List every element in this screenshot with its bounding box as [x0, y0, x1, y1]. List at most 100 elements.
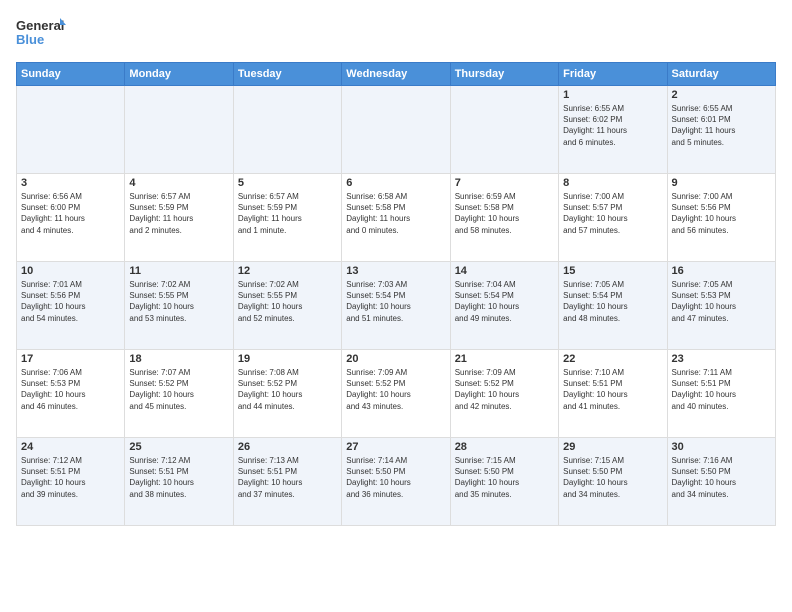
cell-info: Sunrise: 7:13 AM Sunset: 5:51 PM Dayligh… [238, 455, 337, 500]
day-number: 20 [346, 353, 445, 365]
day-number: 14 [455, 265, 554, 277]
calendar-cell: 17 Sunrise: 7:06 AM Sunset: 5:53 PM Dayli… [17, 350, 125, 438]
cell-info: Sunrise: 7:03 AM Sunset: 5:54 PM Dayligh… [346, 279, 445, 324]
week-row-0: 1Sunrise: 6:55 AM Sunset: 6:02 PM Daylig… [17, 86, 776, 174]
cell-info: Sunrise: 7:09 AM Sunset: 5:52 PM Dayligh… [346, 367, 445, 412]
cell-info: Sunrise: 7:11 AM Sunset: 5:51 PM Dayligh… [672, 367, 771, 412]
calendar-body: 1Sunrise: 6:55 AM Sunset: 6:02 PM Daylig… [17, 86, 776, 526]
calendar-cell: 2 Sunrise: 6:55 AM Sunset: 6:01 PM Daylig… [667, 86, 775, 174]
cell-info: Sunrise: 7:02 AM Sunset: 5:55 PM Dayligh… [129, 279, 228, 324]
calendar-cell: 12 Sunrise: 7:02 AM Sunset: 5:55 PM Dayli… [233, 262, 341, 350]
calendar-cell [450, 86, 558, 174]
day-number: 11 [129, 265, 228, 277]
day-number: 19 [238, 353, 337, 365]
day-number: 15 [563, 265, 662, 277]
cell-info: Sunrise: 7:12 AM Sunset: 5:51 PM Dayligh… [21, 455, 120, 500]
calendar-cell: 20 Sunrise: 7:09 AM Sunset: 5:52 PM Dayli… [342, 350, 450, 438]
cell-info: Sunrise: 7:05 AM Sunset: 5:54 PM Dayligh… [563, 279, 662, 324]
cell-info: Sunrise: 7:16 AM Sunset: 5:50 PM Dayligh… [672, 455, 771, 500]
cell-info: Sunrise: 6:59 AM Sunset: 5:58 PM Dayligh… [455, 191, 554, 236]
cell-info: Sunrise: 7:12 AM Sunset: 5:51 PM Dayligh… [129, 455, 228, 500]
calendar-cell: 4Sunrise: 6:57 AM Sunset: 5:59 PM Daylig… [125, 174, 233, 262]
cell-info: Sunrise: 7:04 AM Sunset: 5:54 PM Dayligh… [455, 279, 554, 324]
calendar-cell: 18 Sunrise: 7:07 AM Sunset: 5:52 PM Dayli… [125, 350, 233, 438]
calendar-cell: 21 Sunrise: 7:09 AM Sunset: 5:52 PM Dayli… [450, 350, 558, 438]
cell-info: Sunrise: 6:58 AM Sunset: 5:58 PM Dayligh… [346, 191, 445, 236]
calendar-cell: 29 Sunrise: 7:15 AM Sunset: 5:50 PM Dayli… [559, 438, 667, 526]
day-number: 22 [563, 353, 662, 365]
svg-text:General: General [16, 18, 64, 33]
cell-info: Sunrise: 6:55 AM Sunset: 6:01 PM Dayligh… [672, 103, 771, 148]
calendar-cell: 15 Sunrise: 7:05 AM Sunset: 5:54 PM Dayli… [559, 262, 667, 350]
day-number: 30 [672, 441, 771, 453]
cell-info: Sunrise: 7:08 AM Sunset: 5:52 PM Dayligh… [238, 367, 337, 412]
cell-info: Sunrise: 7:10 AM Sunset: 5:51 PM Dayligh… [563, 367, 662, 412]
calendar-cell: 25 Sunrise: 7:12 AM Sunset: 5:51 PM Dayli… [125, 438, 233, 526]
calendar-cell: 5 Sunrise: 6:57 AM Sunset: 5:59 PM Daylig… [233, 174, 341, 262]
calendar-cell: 22 Sunrise: 7:10 AM Sunset: 5:51 PM Dayli… [559, 350, 667, 438]
day-header-wednesday: Wednesday [342, 63, 450, 86]
calendar-cell: 1Sunrise: 6:55 AM Sunset: 6:02 PM Daylig… [559, 86, 667, 174]
logo-svg: General Blue [16, 16, 66, 52]
day-number: 23 [672, 353, 771, 365]
calendar-cell: 14 Sunrise: 7:04 AM Sunset: 5:54 PM Dayli… [450, 262, 558, 350]
cell-info: Sunrise: 7:09 AM Sunset: 5:52 PM Dayligh… [455, 367, 554, 412]
header: General Blue [16, 16, 776, 52]
calendar-cell: 26 Sunrise: 7:13 AM Sunset: 5:51 PM Dayli… [233, 438, 341, 526]
day-number: 29 [563, 441, 662, 453]
calendar-cell: 11 Sunrise: 7:02 AM Sunset: 5:55 PM Dayli… [125, 262, 233, 350]
calendar-cell: 9Sunrise: 7:00 AM Sunset: 5:56 PM Daylig… [667, 174, 775, 262]
calendar-cell: 16 Sunrise: 7:05 AM Sunset: 5:53 PM Dayli… [667, 262, 775, 350]
cell-info: Sunrise: 7:00 AM Sunset: 5:56 PM Dayligh… [672, 191, 771, 236]
calendar-cell: 3Sunrise: 6:56 AM Sunset: 6:00 PM Daylig… [17, 174, 125, 262]
cell-info: Sunrise: 6:57 AM Sunset: 5:59 PM Dayligh… [238, 191, 337, 236]
calendar-table: SundayMondayTuesdayWednesdayThursdayFrid… [16, 62, 776, 526]
day-number: 6 [346, 177, 445, 189]
week-row-3: 17 Sunrise: 7:06 AM Sunset: 5:53 PM Dayli… [17, 350, 776, 438]
day-number: 27 [346, 441, 445, 453]
day-number: 12 [238, 265, 337, 277]
day-number: 16 [672, 265, 771, 277]
page: General Blue SundayMondayTuesdayWednesda… [0, 0, 792, 612]
day-number: 25 [129, 441, 228, 453]
day-number: 3 [21, 177, 120, 189]
logo: General Blue [16, 16, 66, 52]
cell-info: Sunrise: 6:55 AM Sunset: 6:02 PM Dayligh… [563, 103, 662, 148]
day-number: 2 [672, 89, 771, 101]
calendar-cell: 24Sunrise: 7:12 AM Sunset: 5:51 PM Dayli… [17, 438, 125, 526]
calendar-cell: 28Sunrise: 7:15 AM Sunset: 5:50 PM Dayli… [450, 438, 558, 526]
day-number: 10 [21, 265, 120, 277]
day-number: 8 [563, 177, 662, 189]
calendar-cell [233, 86, 341, 174]
week-row-4: 24Sunrise: 7:12 AM Sunset: 5:51 PM Dayli… [17, 438, 776, 526]
day-number: 26 [238, 441, 337, 453]
calendar-cell: 30 Sunrise: 7:16 AM Sunset: 5:50 PM Dayli… [667, 438, 775, 526]
day-number: 5 [238, 177, 337, 189]
cell-info: Sunrise: 7:15 AM Sunset: 5:50 PM Dayligh… [455, 455, 554, 500]
day-number: 18 [129, 353, 228, 365]
day-number: 21 [455, 353, 554, 365]
calendar-header-row: SundayMondayTuesdayWednesdayThursdayFrid… [17, 63, 776, 86]
calendar-cell: 10Sunrise: 7:01 AM Sunset: 5:56 PM Dayli… [17, 262, 125, 350]
cell-info: Sunrise: 7:05 AM Sunset: 5:53 PM Dayligh… [672, 279, 771, 324]
cell-info: Sunrise: 7:14 AM Sunset: 5:50 PM Dayligh… [346, 455, 445, 500]
cell-info: Sunrise: 7:06 AM Sunset: 5:53 PM Dayligh… [21, 367, 120, 412]
day-number: 17 [21, 353, 120, 365]
day-header-saturday: Saturday [667, 63, 775, 86]
cell-info: Sunrise: 7:15 AM Sunset: 5:50 PM Dayligh… [563, 455, 662, 500]
svg-text:Blue: Blue [16, 32, 44, 47]
calendar-cell [342, 86, 450, 174]
calendar-cell: 8Sunrise: 7:00 AM Sunset: 5:57 PM Daylig… [559, 174, 667, 262]
calendar-cell [17, 86, 125, 174]
calendar-cell: 19 Sunrise: 7:08 AM Sunset: 5:52 PM Dayli… [233, 350, 341, 438]
calendar-cell: 27 Sunrise: 7:14 AM Sunset: 5:50 PM Dayli… [342, 438, 450, 526]
cell-info: Sunrise: 7:02 AM Sunset: 5:55 PM Dayligh… [238, 279, 337, 324]
calendar-cell: 13Sunrise: 7:03 AM Sunset: 5:54 PM Dayli… [342, 262, 450, 350]
day-number: 7 [455, 177, 554, 189]
day-header-tuesday: Tuesday [233, 63, 341, 86]
calendar-cell: 7 Sunrise: 6:59 AM Sunset: 5:58 PM Daylig… [450, 174, 558, 262]
day-header-sunday: Sunday [17, 63, 125, 86]
day-number: 4 [129, 177, 228, 189]
week-row-1: 3Sunrise: 6:56 AM Sunset: 6:00 PM Daylig… [17, 174, 776, 262]
cell-info: Sunrise: 7:07 AM Sunset: 5:52 PM Dayligh… [129, 367, 228, 412]
